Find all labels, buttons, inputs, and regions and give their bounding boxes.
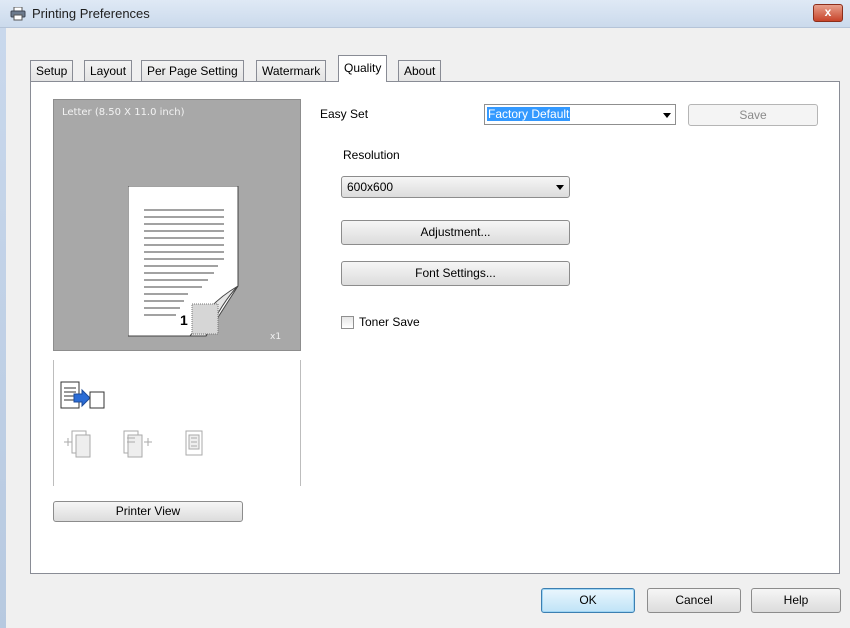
- help-label: Help: [783, 593, 809, 607]
- adjustment-label: Adjustment...: [420, 225, 491, 239]
- resolution-label: Resolution: [343, 148, 400, 162]
- tab-label: About: [404, 64, 436, 78]
- tab-watermark[interactable]: Watermark: [256, 60, 327, 82]
- resolution-select[interactable]: 600x600: [341, 176, 570, 198]
- printer-view-label: Printer View: [115, 504, 181, 518]
- save-button[interactable]: Save: [688, 104, 818, 126]
- close-icon: x: [824, 5, 832, 19]
- tab-setup[interactable]: Setup: [30, 60, 74, 82]
- cancel-label: Cancel: [675, 593, 713, 607]
- adjustment-button[interactable]: Adjustment...: [341, 220, 570, 245]
- window-frame: [0, 28, 6, 628]
- font-settings-button[interactable]: Font Settings...: [341, 261, 570, 286]
- tab-per-page-setting[interactable]: Per Page Setting: [141, 60, 244, 82]
- ok-button[interactable]: OK: [541, 588, 635, 613]
- chevron-down-icon: [663, 113, 671, 118]
- tab-label: Watermark: [262, 64, 321, 78]
- toner-save-label[interactable]: Toner Save: [359, 315, 420, 329]
- toner-save-checkbox[interactable]: [341, 316, 354, 329]
- close-button[interactable]: x: [813, 4, 843, 22]
- chevron-down-icon: [556, 185, 564, 190]
- cancel-button[interactable]: Cancel: [647, 588, 741, 613]
- view-options-area: [53, 360, 301, 486]
- easy-set-label: Easy Set: [320, 107, 369, 121]
- page-preview: Letter (8.50 X 11.0 inch) 1 x1: [53, 99, 301, 351]
- resolution-value: 600x600: [347, 180, 394, 194]
- page-number: 1: [180, 312, 188, 328]
- printer-icon: [10, 7, 26, 21]
- copies-label: x1: [270, 332, 282, 342]
- tab-quality[interactable]: Quality: [338, 55, 388, 82]
- title-bar: Printing Preferences x: [0, 0, 850, 28]
- font-settings-label: Font Settings...: [415, 266, 496, 280]
- tab-layout[interactable]: Layout: [84, 60, 133, 82]
- tab-about[interactable]: About: [398, 60, 442, 82]
- duplex-right-icon[interactable]: [120, 428, 156, 458]
- ok-label: OK: [579, 593, 597, 607]
- save-label: Save: [739, 108, 767, 122]
- easy-set-value: Factory Default: [487, 107, 571, 121]
- page-thumbnail: [128, 186, 239, 337]
- help-button[interactable]: Help: [751, 588, 841, 613]
- tab-label: Layout: [90, 64, 127, 78]
- printer-view-button[interactable]: Printer View: [53, 501, 243, 522]
- paper-view-icon[interactable]: [60, 380, 116, 412]
- window-title: Printing Preferences: [32, 6, 150, 21]
- paper-size-label: Letter (8.50 X 11.0 inch): [62, 107, 185, 118]
- staple-icon[interactable]: [180, 428, 210, 458]
- tab-label: Quality: [344, 61, 382, 75]
- easy-set-select[interactable]: Factory Default: [484, 104, 676, 125]
- tab-label: Setup: [36, 64, 68, 78]
- duplex-left-icon[interactable]: [62, 428, 98, 458]
- tab-label: Per Page Setting: [147, 64, 238, 78]
